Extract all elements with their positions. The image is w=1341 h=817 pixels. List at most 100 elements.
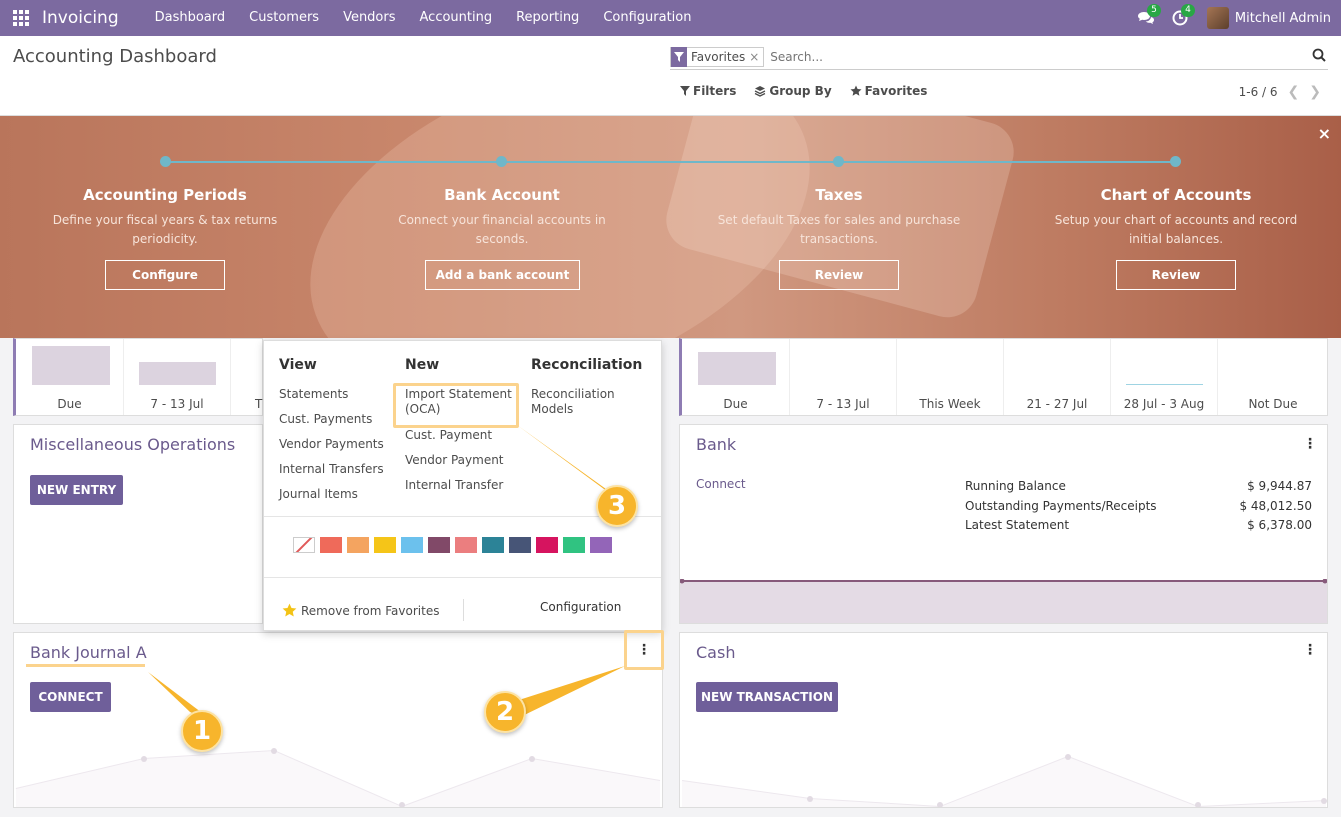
- banner-close-icon[interactable]: ×: [1318, 124, 1331, 143]
- pager-previous-icon[interactable]: ❮: [1288, 84, 1300, 100]
- groupby-button[interactable]: Group By: [754, 84, 832, 98]
- balance-row: Running Balance $ 9,944.87: [965, 477, 1312, 497]
- highlight-import-statement: [393, 383, 519, 428]
- new-entry-button[interactable]: NEW ENTRY: [30, 475, 123, 505]
- graph-bar: [139, 362, 216, 385]
- search-input[interactable]: [770, 49, 1291, 64]
- menu-item-cust-payment[interactable]: Cust. Payment: [405, 428, 517, 443]
- balance-label[interactable]: Running Balance: [965, 477, 1066, 497]
- card-title[interactable]: Cash: [696, 643, 735, 662]
- main-menu: Dashboard Customers Vendors Accounting R…: [143, 0, 704, 36]
- layers-icon: [755, 86, 766, 97]
- new-column: New Import Statement (OCA) Cust. Payment…: [405, 357, 517, 503]
- graph-label: 7 - 13 Jul: [816, 397, 870, 411]
- graph-column: 28 Jul - 3 Aug: [1111, 339, 1218, 415]
- menu-item-vendor-payments[interactable]: Vendor Payments: [279, 437, 384, 452]
- top-navbar: Invoicing Dashboard Customers Vendors Ac…: [0, 0, 1341, 36]
- divider: [264, 577, 661, 578]
- facet-label: Favorites: [691, 49, 746, 64]
- favorites-button[interactable]: Favorites: [850, 84, 928, 98]
- color-swatch[interactable]: [374, 537, 396, 553]
- configure-button[interactable]: Configure: [105, 260, 225, 290]
- menu-item-internal-transfer[interactable]: Internal Transfer: [405, 478, 517, 493]
- new-transaction-button[interactable]: NEW TRANSACTION: [696, 682, 838, 712]
- menu-accounting[interactable]: Accounting: [408, 0, 505, 36]
- groupby-label: Group By: [769, 84, 832, 98]
- user-name: Mitchell Admin: [1234, 10, 1331, 26]
- color-swatch[interactable]: [455, 537, 477, 553]
- menu-item-statements[interactable]: Statements: [279, 387, 384, 402]
- connect-button[interactable]: CONNECT: [30, 682, 111, 712]
- kebab-menu-icon[interactable]: ⋮: [1303, 437, 1317, 451]
- balance-label[interactable]: Outstanding Payments/Receipts: [965, 497, 1157, 517]
- menu-item-vendor-payment[interactable]: Vendor Payment: [405, 453, 517, 468]
- add-bank-account-button[interactable]: Add a bank account: [425, 260, 580, 290]
- graph-bar: [1126, 384, 1203, 385]
- activities-clock-icon[interactable]: 4: [1163, 0, 1197, 36]
- step-title: Taxes: [815, 186, 863, 204]
- graph-column: Due: [16, 339, 124, 415]
- color-swatch[interactable]: [509, 537, 531, 553]
- user-menu[interactable]: Mitchell Admin: [1197, 7, 1341, 29]
- page-title: Accounting Dashboard: [13, 46, 217, 67]
- remove-favorites-link[interactable]: Remove from Favorites: [282, 603, 439, 618]
- step-description: Define your fiscal years & tax returns p…: [52, 213, 278, 246]
- card-title[interactable]: Bank Journal A: [30, 643, 147, 662]
- review-chart-button[interactable]: Review: [1116, 260, 1236, 290]
- menu-item-cust-payments[interactable]: Cust. Payments: [279, 412, 384, 427]
- view-heading: View: [279, 357, 317, 373]
- connect-link[interactable]: Connect: [696, 477, 746, 491]
- configuration-link[interactable]: Configuration: [540, 600, 621, 614]
- misc-operations-card: Miscellaneous Operations NEW ENTRY: [13, 424, 263, 624]
- bank-journal-card: Bank Journal A CONNECT ⋮: [13, 632, 663, 808]
- color-swatch[interactable]: [401, 537, 423, 553]
- step-accounting-periods: Accounting Periods Define your fiscal ye…: [35, 186, 295, 249]
- menu-vendors[interactable]: Vendors: [331, 0, 407, 36]
- kebab-menu-icon[interactable]: ⋮: [1303, 643, 1317, 657]
- menu-item-internal-transfers[interactable]: Internal Transfers: [279, 462, 384, 477]
- search-icon[interactable]: [1312, 48, 1326, 62]
- filters-button[interactable]: Filters: [680, 84, 736, 98]
- filter-icon: [680, 86, 690, 96]
- menu-item-journal-items[interactable]: Journal Items: [279, 487, 384, 502]
- menu-customers[interactable]: Customers: [237, 0, 331, 36]
- menu-dashboard[interactable]: Dashboard: [143, 0, 238, 36]
- pager-next-icon[interactable]: ❯: [1309, 84, 1321, 100]
- menu-item-reconciliation-models[interactable]: Reconciliation Models: [531, 387, 636, 417]
- color-swatch[interactable]: [563, 537, 585, 553]
- balance-value: $ 48,012.50: [1239, 498, 1312, 513]
- apps-menu-icon[interactable]: [0, 0, 42, 36]
- card-title[interactable]: Bank: [696, 435, 736, 454]
- review-taxes-button[interactable]: Review: [779, 260, 899, 290]
- remove-favorites-label: Remove from Favorites: [301, 603, 440, 618]
- color-swatch[interactable]: [428, 537, 450, 553]
- journal-graph-card: Due 7 - 13 Jul This Week 21 - 27 Jul 28 …: [679, 338, 1328, 416]
- color-swatch[interactable]: [590, 537, 612, 553]
- color-swatch[interactable]: [482, 537, 504, 553]
- messages-icon[interactable]: 5: [1129, 0, 1163, 36]
- view-column: View Statements Cust. Payments Vendor Pa…: [279, 357, 384, 512]
- color-swatch[interactable]: [536, 537, 558, 553]
- step-chart-of-accounts: Chart of Accounts Setup your chart of ac…: [1046, 186, 1306, 249]
- menu-reporting[interactable]: Reporting: [504, 0, 591, 36]
- card-title[interactable]: Miscellaneous Operations: [30, 435, 235, 454]
- graph-bar: [698, 352, 776, 385]
- balance-label[interactable]: Latest Statement: [965, 516, 1069, 536]
- onboarding-banner: × Accounting Periods Define your fiscal …: [0, 116, 1341, 338]
- facet-remove-icon[interactable]: ×: [749, 50, 763, 64]
- star-icon: [282, 603, 297, 617]
- color-swatch[interactable]: [320, 537, 342, 553]
- favorites-label: Favorites: [864, 84, 928, 98]
- graph-column: 7 - 13 Jul: [790, 339, 897, 415]
- callout-1: 1: [181, 710, 223, 752]
- color-swatch[interactable]: [347, 537, 369, 553]
- menu-configuration[interactable]: Configuration: [591, 0, 703, 36]
- app-name[interactable]: Invoicing: [42, 8, 119, 28]
- color-swatch-none[interactable]: [293, 537, 315, 553]
- journal-graph-card: Due 7 - 13 Jul T: [13, 338, 263, 416]
- line-graph: [15, 748, 661, 807]
- graph-column: 21 - 27 Jul: [1004, 339, 1111, 415]
- reconciliation-column: Reconciliation Reconciliation Models: [531, 357, 642, 427]
- user-avatar: [1206, 7, 1229, 29]
- pager-value[interactable]: 1-6 / 6: [1239, 85, 1278, 99]
